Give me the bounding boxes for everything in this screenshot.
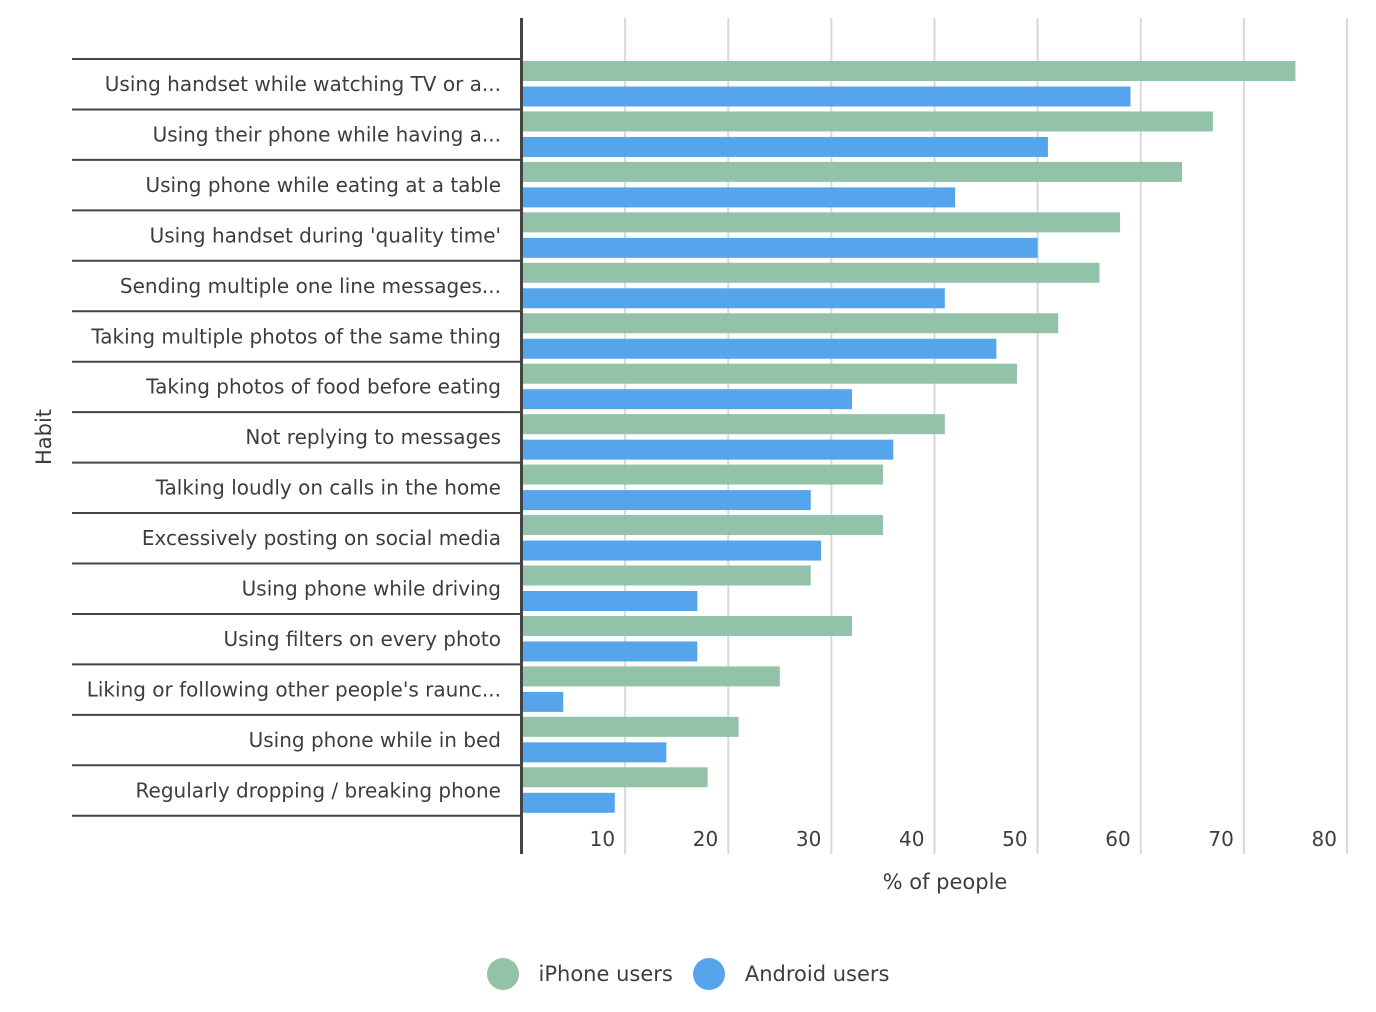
bar-iphone[interactable] [523, 61, 1296, 81]
x-tick-label: 20 [693, 827, 718, 851]
bar-chart: Using handset while watching TV or a... U… [32, 18, 1348, 894]
bar-android[interactable] [523, 237, 1038, 258]
category-label: Using their phone while having a... [153, 122, 501, 146]
category-label: Sending multiple one line messages... [120, 274, 501, 298]
bar-android[interactable] [523, 187, 956, 208]
legend-label-iphone: iPhone users [538, 962, 673, 986]
bar-iphone[interactable] [523, 615, 852, 636]
bars [523, 61, 1296, 813]
legend-label-android: Android users [744, 962, 890, 986]
bar-iphone[interactable] [523, 716, 739, 737]
bar-android[interactable] [523, 439, 894, 460]
bar-android[interactable] [523, 136, 1048, 157]
legend: iPhone users Android users [0, 958, 1376, 990]
bar-iphone[interactable] [523, 414, 945, 435]
bar-iphone[interactable] [523, 767, 708, 788]
x-axis-title: % of people [883, 870, 1008, 894]
bar-iphone[interactable] [523, 565, 811, 586]
category-label: Not replying to messages [245, 425, 501, 449]
x-tick-label: 60 [1105, 827, 1130, 851]
legend-item-iphone[interactable]: iPhone users [486, 958, 673, 990]
category-label: Using handset during 'quality time' [150, 223, 501, 247]
category-label: Taking multiple photos of the same thing [90, 324, 501, 348]
x-tick-label: 70 [1208, 827, 1233, 851]
x-tick-label: 50 [1002, 827, 1027, 851]
bar-android[interactable] [523, 591, 698, 611]
category-label: Excessively posting on social media [142, 526, 501, 550]
bar-iphone[interactable] [523, 262, 1100, 283]
bar-iphone[interactable] [523, 313, 1059, 334]
bar-android[interactable] [523, 288, 945, 309]
bar-android[interactable] [523, 792, 615, 813]
bar-android[interactable] [523, 691, 564, 712]
x-tick-label: 80 [1312, 827, 1337, 851]
category-label: Using phone while eating at a table [145, 173, 501, 197]
category-label: Regularly dropping / breaking phone [136, 778, 501, 802]
legend-swatch-android [692, 958, 725, 990]
category-label: Talking loudly on calls in the home [155, 476, 501, 500]
category-label: Using handset while watching TV or a... [105, 72, 501, 96]
bar-iphone[interactable] [523, 161, 1182, 182]
category-label: Using phone while in bed [249, 728, 501, 752]
bar-android[interactable] [523, 742, 667, 763]
x-tick-labels: 10 20 30 40 50 60 70 80 [590, 827, 1337, 851]
bar-android[interactable] [523, 641, 698, 662]
bar-iphone[interactable] [523, 666, 780, 687]
category-label: Liking or following other people's raunc… [87, 677, 501, 701]
x-tick-label: 30 [796, 827, 821, 851]
bar-android[interactable] [523, 540, 822, 561]
bar-android[interactable] [523, 338, 997, 359]
x-tick-label: 40 [899, 827, 924, 851]
y-axis-title: Habit [32, 409, 56, 465]
category-labels: Using handset while watching TV or a... U… [87, 72, 501, 802]
bar-iphone[interactable] [523, 212, 1121, 233]
bar-iphone[interactable] [523, 464, 883, 485]
bar-android[interactable] [523, 490, 811, 511]
category-label: Using phone while driving [242, 577, 501, 601]
legend-swatch-iphone [486, 958, 519, 990]
bar-iphone[interactable] [523, 515, 883, 536]
bar-android[interactable] [523, 86, 1131, 107]
legend-item-android[interactable]: Android users [692, 958, 890, 990]
category-label: Using filters on every photo [224, 627, 501, 651]
category-label: Taking photos of food before eating [145, 375, 501, 399]
x-tick-label: 10 [590, 827, 615, 851]
bar-android[interactable] [523, 389, 852, 410]
bar-iphone[interactable] [523, 111, 1213, 132]
bar-iphone[interactable] [523, 363, 1017, 384]
